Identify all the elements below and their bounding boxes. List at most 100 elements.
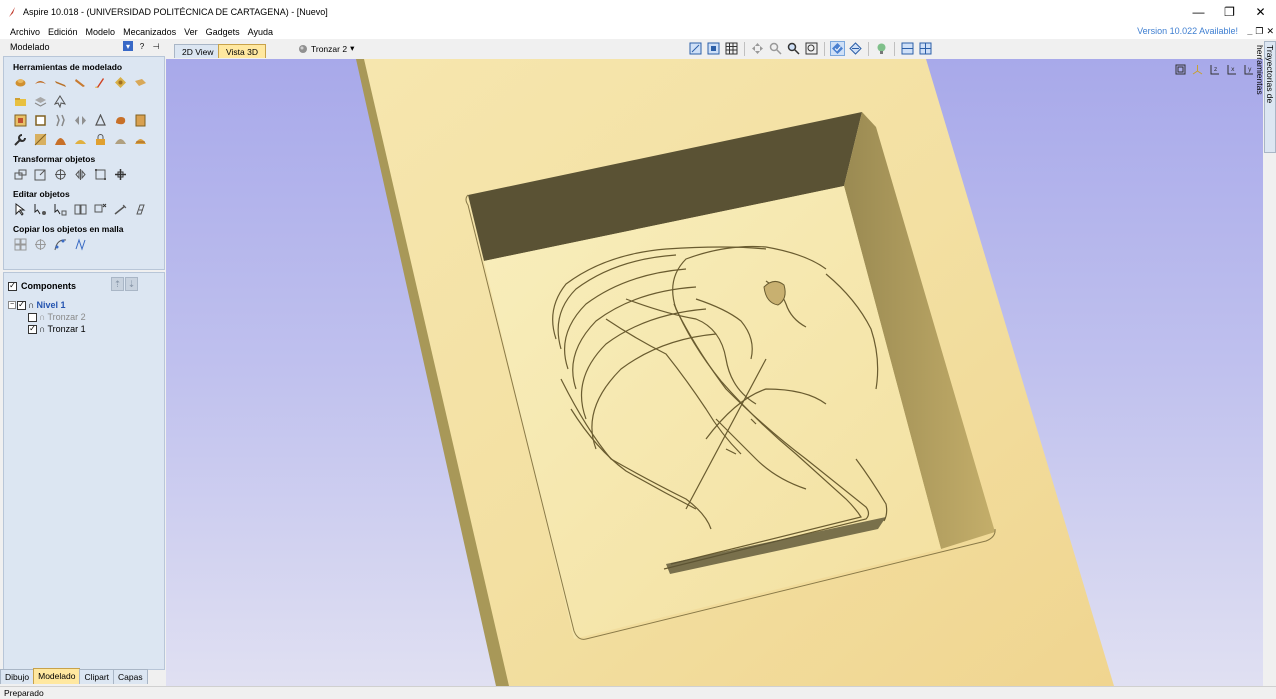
axis-x-icon[interactable]: x xyxy=(1225,63,1238,76)
grid-icon[interactable] xyxy=(724,41,739,56)
node-edit-icon[interactable] xyxy=(32,201,49,218)
status-text: Preparado xyxy=(4,688,44,698)
shape-creator-icon[interactable] xyxy=(12,74,29,91)
menu-mecanizados[interactable]: Mecanizados xyxy=(119,27,180,37)
align-icon[interactable] xyxy=(112,166,129,183)
restore-button[interactable]: ❐ xyxy=(1214,0,1245,24)
dome-icon[interactable] xyxy=(112,131,129,148)
level-checkbox[interactable]: ✓ xyxy=(17,300,26,310)
move-up-button[interactable]: ⇡ xyxy=(111,277,124,291)
delete-objects-icon[interactable] xyxy=(92,201,109,218)
menu-edicion[interactable]: Edición xyxy=(44,27,82,37)
pan-icon[interactable] xyxy=(750,41,765,56)
measure-icon[interactable] xyxy=(112,201,129,218)
extrude-icon[interactable] xyxy=(52,74,69,91)
slice-icon[interactable] xyxy=(32,131,49,148)
create-shape-icon[interactable] xyxy=(72,74,89,91)
dome-stripes-icon[interactable] xyxy=(132,131,149,148)
show-material-icon[interactable] xyxy=(830,41,845,56)
toolpaths-tab[interactable]: Trayectorias de herramientas xyxy=(1255,41,1276,153)
move-icon[interactable] xyxy=(12,166,29,183)
nest-icon[interactable] xyxy=(72,236,89,253)
mdi-close-button[interactable]: ✕ xyxy=(1266,24,1274,39)
blob-icon[interactable] xyxy=(112,112,129,129)
minimize-button[interactable]: — xyxy=(1183,0,1214,24)
spin-icon[interactable] xyxy=(112,74,129,91)
zoom-box-icon[interactable] xyxy=(786,41,801,56)
panel-menu-icon[interactable]: ▾ xyxy=(123,41,133,51)
panel-header: Modelado ▾ ? ⊣ xyxy=(0,39,166,55)
circular-array-icon[interactable] xyxy=(32,236,49,253)
tab-modelado[interactable]: Modelado xyxy=(33,668,81,684)
menu-modelo[interactable]: Modelo xyxy=(82,27,120,37)
vector-texture-icon[interactable] xyxy=(52,112,69,129)
axis-y-icon[interactable]: y xyxy=(1242,63,1255,76)
axis-iso-icon[interactable] xyxy=(1191,63,1204,76)
tree-row-tronzar-1[interactable]: ✓ ∩ Tronzar 1 xyxy=(8,323,164,335)
version-available-link[interactable]: Version 10.022 Available! xyxy=(1137,24,1238,39)
tree-row-level[interactable]: − ✓ ∩ Nivel 1 xyxy=(8,299,164,311)
section-transform: Transformar objetos xyxy=(13,154,96,164)
move-down-button[interactable]: ⇣ xyxy=(125,277,138,291)
copy-along-vector-icon[interactable] xyxy=(52,236,69,253)
fit-view-icon[interactable] xyxy=(1174,63,1187,76)
sculpt-icon[interactable] xyxy=(92,74,109,91)
split-horizontal-icon[interactable] xyxy=(900,41,915,56)
lock-icon[interactable] xyxy=(92,131,109,148)
tronzar-1-checkbox[interactable]: ✓ xyxy=(28,324,37,334)
tronzar-2-checkbox[interactable] xyxy=(28,312,37,322)
components-visibility-checkbox[interactable]: ✓ xyxy=(8,281,17,291)
texture-icon[interactable] xyxy=(132,74,149,91)
menu-archivo[interactable]: Archivo xyxy=(6,27,44,37)
baked-component-icon[interactable] xyxy=(132,112,149,129)
mirror-object-icon[interactable] xyxy=(72,166,89,183)
light-icon[interactable] xyxy=(874,41,889,56)
tab-3d-view[interactable]: Vista 3D xyxy=(218,44,266,58)
menu-ayuda[interactable]: Ayuda xyxy=(244,27,277,37)
fade-icon[interactable] xyxy=(52,131,69,148)
scale-icon[interactable] xyxy=(32,166,49,183)
component-layers-icon[interactable] xyxy=(32,93,49,110)
component-frame-icon[interactable] xyxy=(12,112,29,129)
axis-z-icon[interactable]: z xyxy=(1208,63,1221,76)
rotate-icon[interactable] xyxy=(52,166,69,183)
3d-viewport[interactable]: z x y xyxy=(166,59,1263,686)
menu-ver[interactable]: Ver xyxy=(180,27,202,37)
tree-row-tronzar-2[interactable]: ∩ Tronzar 2 xyxy=(8,311,164,323)
tab-2d-view[interactable]: 2D View xyxy=(174,44,222,58)
mdi-restore-button[interactable]: ❐ xyxy=(1255,24,1263,39)
help-icon[interactable]: ? xyxy=(137,41,147,51)
show-toolpaths-icon[interactable] xyxy=(848,41,863,56)
menu-gadgets[interactable]: Gadgets xyxy=(202,27,244,37)
tab-clipart[interactable]: Clipart xyxy=(79,669,115,684)
array-grid-icon[interactable] xyxy=(12,236,29,253)
split-vertical-icon[interactable] xyxy=(918,41,933,56)
mdi-minimize-button[interactable]: _ xyxy=(1247,24,1252,39)
toolpath-selector[interactable]: Tronzar 2 ▾ xyxy=(298,43,354,54)
collapse-icon[interactable]: − xyxy=(8,301,16,309)
mirror-icon[interactable] xyxy=(72,112,89,129)
section-modeling-tools: Herramientas de modelado xyxy=(13,62,123,72)
smooth-icon[interactable] xyxy=(72,131,89,148)
texture-area-icon[interactable] xyxy=(132,201,149,218)
zoom-extents-icon[interactable] xyxy=(804,41,819,56)
3d-scene xyxy=(356,59,1114,686)
tab-dibujo[interactable]: Dibujo xyxy=(0,669,35,684)
select-arrow-icon[interactable] xyxy=(12,201,29,218)
cone-icon[interactable] xyxy=(92,112,109,129)
open-component-icon[interactable] xyxy=(12,93,29,110)
pin-icon[interactable]: ⊣ xyxy=(151,41,161,51)
view-top-icon[interactable] xyxy=(706,41,721,56)
close-button[interactable]: ✕ xyxy=(1245,0,1276,24)
zoom-icon[interactable] xyxy=(768,41,783,56)
wrench-icon[interactable] xyxy=(12,131,29,148)
arrow-shape-icon[interactable] xyxy=(52,93,69,110)
interactive-edit-icon[interactable] xyxy=(72,201,89,218)
tab-capas[interactable]: Capas xyxy=(113,669,148,684)
view-iso-icon[interactable] xyxy=(688,41,703,56)
two-rail-sweep-icon[interactable] xyxy=(32,74,49,91)
distort-icon[interactable] xyxy=(92,166,109,183)
modeling-tools-row-3 xyxy=(4,111,164,130)
square-icon[interactable] xyxy=(32,112,49,129)
transform-select-icon[interactable] xyxy=(52,201,69,218)
